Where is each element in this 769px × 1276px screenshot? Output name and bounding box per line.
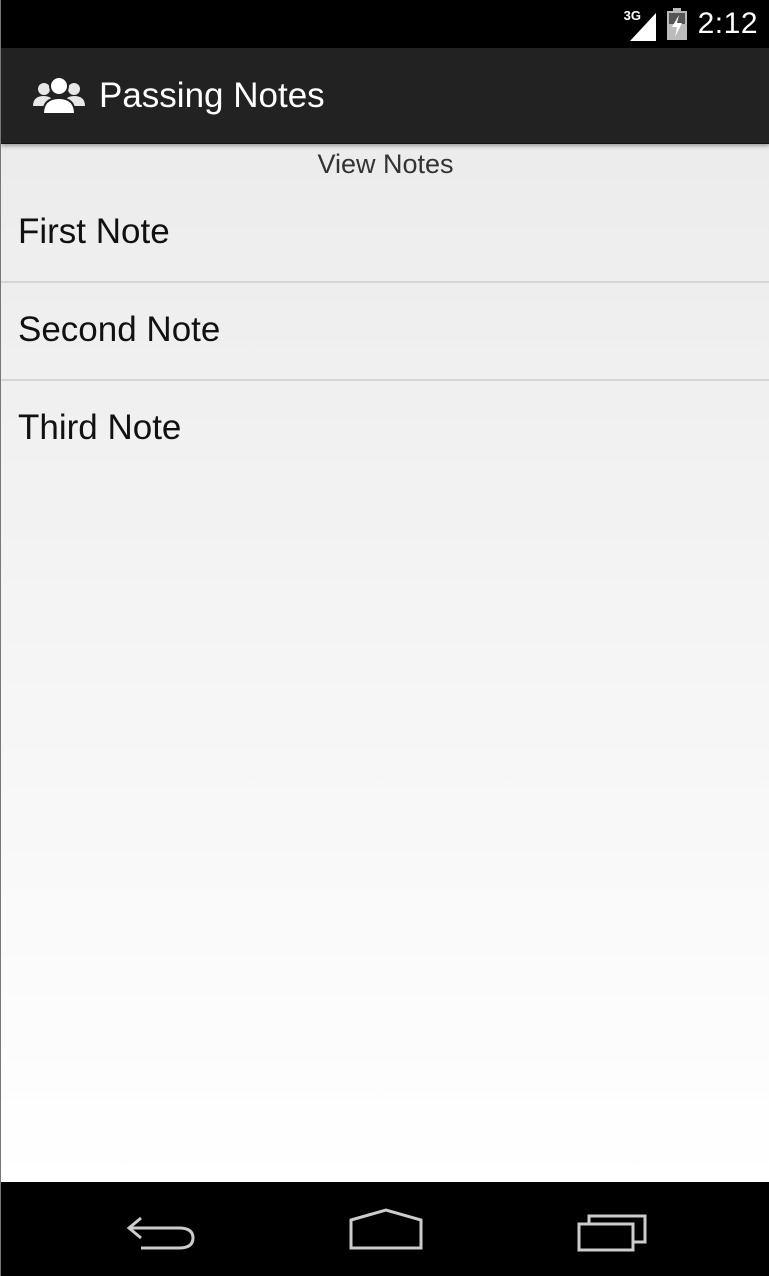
list-item[interactable]: First Note (1, 185, 769, 283)
action-bar: Passing Notes (1, 48, 769, 144)
home-icon[interactable] (341, 1204, 431, 1254)
status-icons: 3G 2:12 (624, 4, 758, 44)
main-content: View Notes First Note Second Note Third … (1, 144, 769, 1182)
note-list: First Note Second Note Third Note (1, 185, 769, 479)
people-icon[interactable] (31, 74, 87, 118)
recents-icon[interactable] (567, 1204, 657, 1254)
app-title: Passing Notes (99, 76, 325, 115)
status-bar: 3G 2:12 (1, 0, 769, 48)
section-header: View Notes (317, 149, 454, 179)
signal-icon: 3G (624, 7, 658, 41)
list-item[interactable]: Third Note (1, 381, 769, 479)
status-clock: 2:12 (697, 7, 758, 40)
battery-charging-icon (666, 8, 687, 40)
navigation-bar (1, 1182, 769, 1276)
list-item[interactable]: Second Note (1, 283, 769, 381)
app-screen: 3G 2:12 Passing Notes View Notes First N… (0, 0, 769, 1276)
back-icon[interactable] (117, 1204, 207, 1254)
